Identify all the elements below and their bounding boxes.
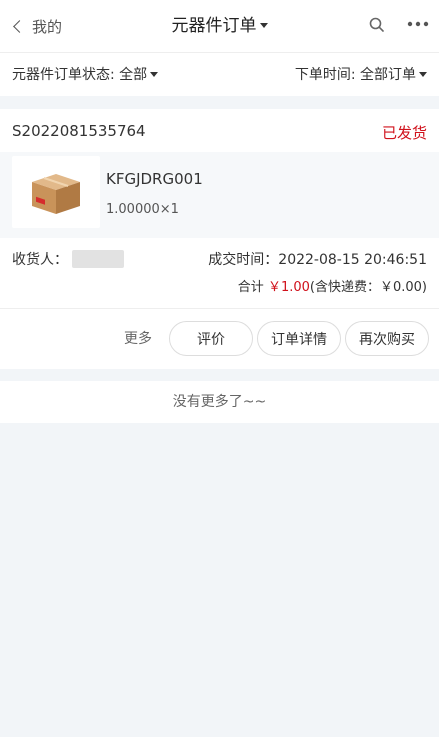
product-image: [12, 156, 100, 228]
status-filter-label: 元器件订单状态: 全部: [12, 67, 148, 83]
caret-down-icon: [419, 71, 427, 77]
deal-time-value: 2022-08-15 20:46:51: [278, 252, 427, 268]
order-card: S2022081535764 已发货 KFGJDRG001 1.00000×1 …: [0, 109, 439, 369]
receiver-name-redacted: [72, 250, 124, 268]
order-actions: 更多 评价 订单详情 再次购买: [0, 308, 439, 368]
status-filter[interactable]: 元器件订单状态: 全部: [12, 64, 159, 84]
more-actions-link[interactable]: 更多: [124, 328, 152, 348]
total-amount: ￥1.00: [267, 280, 310, 295]
box-icon: [32, 174, 80, 214]
page-title-text: 元器件订单: [171, 16, 257, 36]
more-icon[interactable]: [407, 18, 429, 30]
receiver-label: 收货人：: [12, 252, 68, 268]
deal-time-label: 成交时间：: [208, 252, 279, 268]
order-status: 已发货: [381, 124, 427, 142]
order-detail-button[interactable]: 订单详情: [257, 321, 341, 356]
caret-down-icon: [150, 71, 159, 77]
total-label: 合计: [237, 280, 264, 295]
caret-down-icon: [259, 22, 268, 28]
search-icon[interactable]: [368, 16, 386, 34]
filter-bar: 元器件订单状态: 全部 下单时间: 全部订单: [0, 52, 439, 96]
order-number: S2022081535764: [12, 122, 146, 140]
time-filter-label: 下单时间: 全部订单: [294, 67, 416, 83]
no-more-text: 没有更多了~~: [0, 381, 439, 423]
rebuy-button[interactable]: 再次购买: [345, 321, 429, 356]
product-row[interactable]: KFGJDRG001 1.00000×1: [0, 152, 439, 238]
top-nav-bar: 我的 元器件订单: [0, 0, 439, 52]
review-button[interactable]: 评价: [169, 321, 253, 356]
time-filter[interactable]: 下单时间: 全部订单: [295, 64, 427, 84]
deal-time: 成交时间：2022-08-15 20:46:51: [208, 249, 427, 269]
product-quantity: 1.00000×1: [106, 202, 179, 217]
order-info: 收货人： 成交时间：2022-08-15 20:46:51 合计 ￥1.00(含…: [0, 245, 439, 305]
product-name: KFGJDRG001: [106, 170, 203, 188]
order-total: 合计 ￥1.00(含快递费：￥0.00): [238, 276, 427, 295]
shipping-note: (含快递费：￥0.00): [309, 280, 427, 295]
